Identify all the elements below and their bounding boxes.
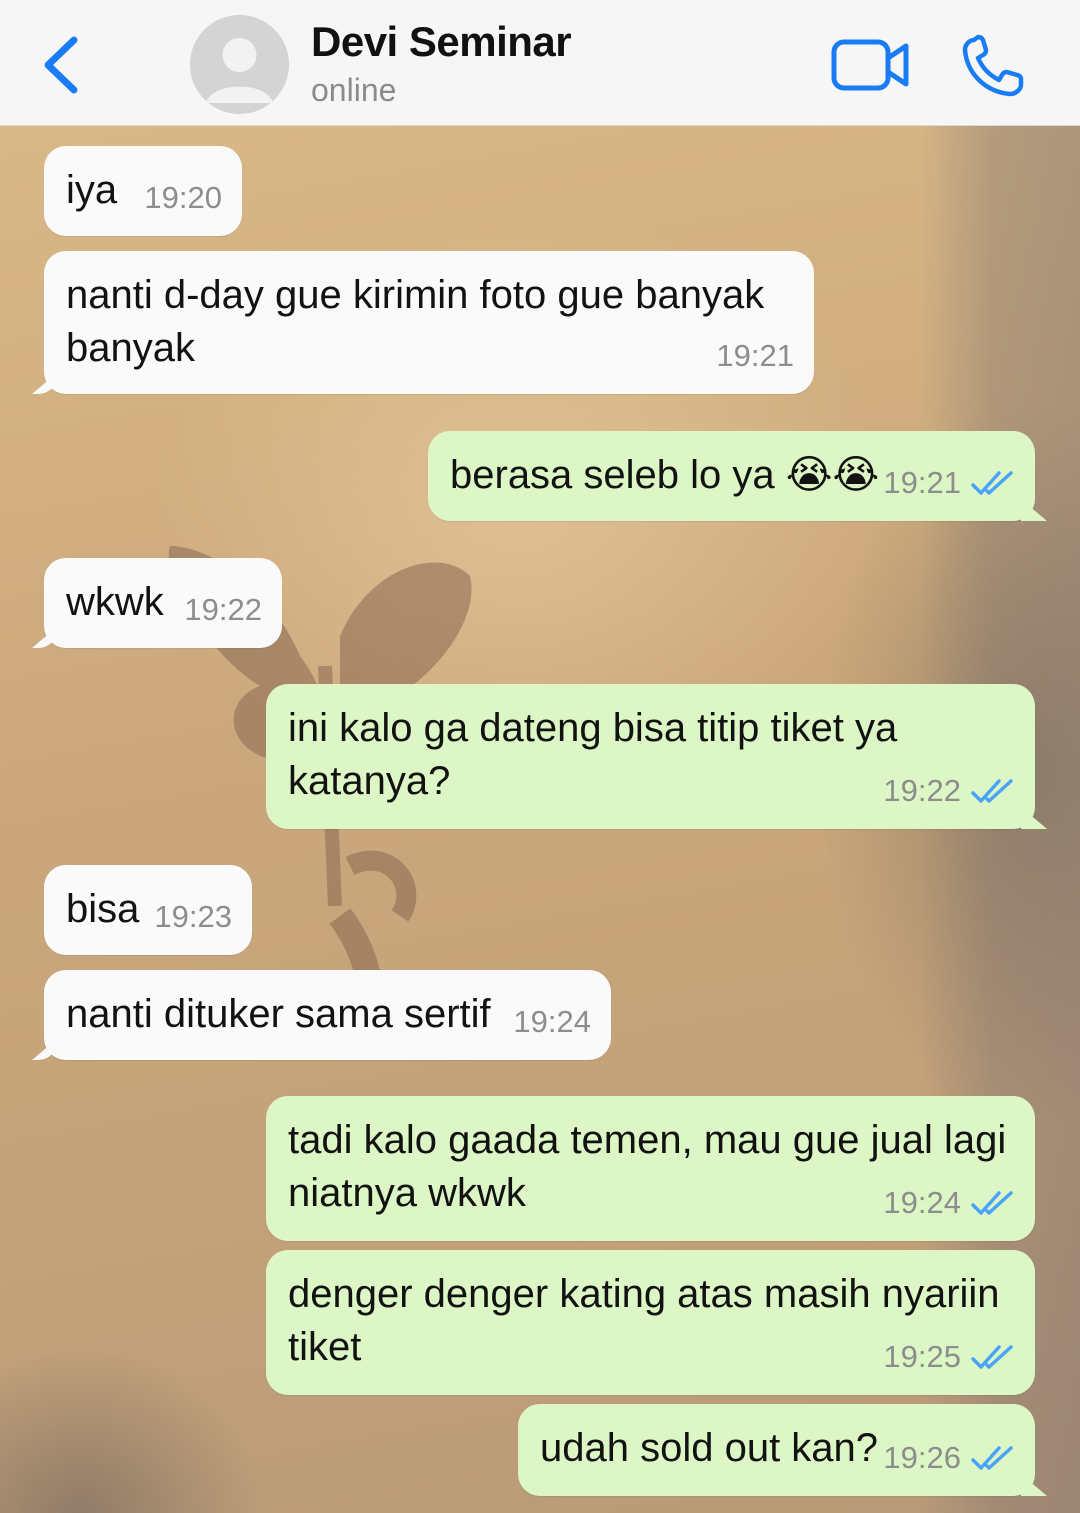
chevron-left-icon — [44, 36, 78, 94]
message-text: nanti dituker sama sertif — [66, 992, 491, 1036]
message-time: 19:22 — [184, 592, 262, 627]
message-time: 19:25 — [883, 1339, 961, 1374]
double-check-icon — [971, 1190, 1013, 1215]
message-time: 19:24 — [513, 1004, 591, 1039]
message-bubble-outgoing[interactable]: ini kalo ga dateng bisa titip tiket ya k… — [266, 684, 1035, 829]
message-text: ini kalo ga dateng bisa titip tiket ya k… — [288, 706, 898, 803]
message-time: 19:20 — [144, 180, 222, 215]
message-text: nanti d-day gue kirimin foto gue banyak … — [66, 273, 765, 370]
message-time: 19:24 — [883, 1185, 961, 1220]
contact-name[interactable]: Devi Seminar — [311, 18, 572, 66]
message-bubble-incoming[interactable]: wkwk 19:22 — [44, 558, 282, 648]
message-time: 19:21 — [883, 465, 961, 500]
message-text: iya — [66, 168, 118, 212]
message-text: wkwk — [66, 580, 164, 624]
double-check-icon — [971, 1445, 1013, 1470]
message-text: berasa seleb lo ya 😭😭 — [450, 453, 880, 497]
message-time: 19:21 — [716, 338, 794, 373]
message-bubble-outgoing[interactable]: udah sold out kan? 19:26 — [518, 1404, 1035, 1496]
message-bubble-incoming[interactable]: iya 19:20 — [44, 146, 242, 236]
person-icon — [190, 15, 289, 114]
double-check-icon — [971, 470, 1013, 495]
video-camera-icon — [831, 39, 909, 91]
message-bubble-incoming[interactable]: nanti d-day gue kirimin foto gue banyak … — [44, 251, 814, 394]
message-bubble-outgoing[interactable]: denger denger kating atas masih nyariin … — [266, 1250, 1035, 1395]
message-bubble-outgoing[interactable]: tadi kalo gaada temen, mau gue jual lagi… — [266, 1096, 1035, 1241]
message-text: udah sold out kan? — [540, 1426, 879, 1470]
message-text: bisa — [66, 887, 140, 931]
double-check-icon — [971, 1344, 1013, 1369]
back-button[interactable] — [36, 30, 92, 100]
phone-icon — [962, 34, 1024, 97]
contact-status: online — [311, 72, 397, 108]
chat-header: Devi Seminar online — [0, 0, 1080, 126]
message-time: 19:23 — [154, 899, 232, 934]
voice-call-button[interactable] — [960, 34, 1028, 98]
message-bubble-incoming[interactable]: bisa 19:23 — [44, 865, 252, 955]
message-time: 19:26 — [883, 1440, 961, 1475]
double-check-icon — [971, 778, 1013, 803]
video-call-button[interactable] — [830, 36, 912, 94]
message-bubble-incoming[interactable]: nanti dituker sama sertif 19:24 — [44, 970, 611, 1060]
message-time: 19:22 — [883, 773, 961, 808]
message-bubble-outgoing[interactable]: berasa seleb lo ya 😭😭 19:21 — [428, 431, 1035, 521]
avatar[interactable] — [190, 15, 289, 114]
chat-area[interactable]: iya 19:20 nanti d-day gue kirimin foto g… — [0, 126, 1080, 1513]
